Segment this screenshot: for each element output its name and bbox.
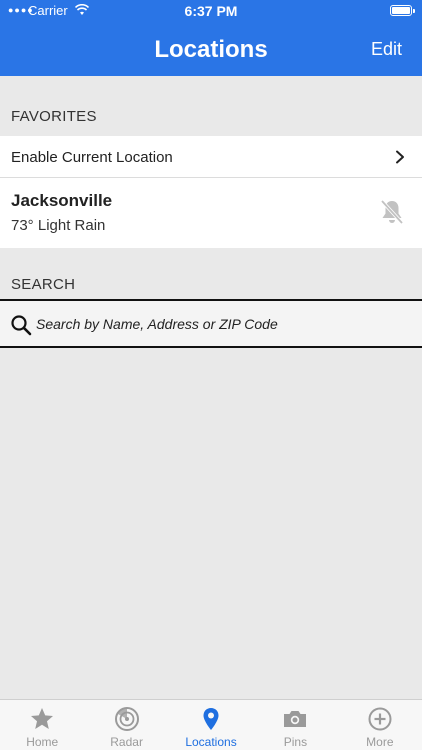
tab-radar[interactable]: Radar — [84, 700, 168, 750]
battery-fill — [392, 7, 410, 14]
tab-bar: Home Radar Locations Pins More — [0, 699, 422, 750]
tab-locations-label: Locations — [185, 735, 237, 749]
tab-more-label: More — [366, 735, 394, 749]
search-icon — [11, 315, 32, 336]
enable-current-location-label: Enable Current Location — [11, 149, 173, 166]
plus-circle-icon — [368, 707, 392, 731]
tab-home[interactable]: Home — [0, 700, 84, 750]
search-input[interactable] — [36, 311, 406, 337]
search-bar[interactable] — [0, 299, 422, 348]
tab-locations[interactable]: Locations — [169, 700, 253, 750]
status-time: 6:37 PM — [184, 3, 238, 19]
radar-icon — [114, 707, 139, 731]
navigation-header: ●●●● Carrier 6:37 PM Locations Edit — [0, 0, 422, 76]
favorite-location-row[interactable]: Jacksonville 73° Light Rain — [0, 178, 422, 248]
page-title: Locations — [154, 36, 268, 63]
edit-button[interactable]: Edit — [371, 39, 402, 60]
tab-pins[interactable]: Pins — [253, 700, 337, 750]
tab-home-label: Home — [26, 735, 59, 749]
location-weather: 73° Light Rain — [11, 217, 106, 234]
location-pin-icon — [203, 708, 219, 730]
tab-radar-label: Radar — [110, 735, 143, 749]
favorites-section-header: FAVORITES — [11, 107, 97, 125]
chevron-right-icon — [396, 150, 404, 164]
bell-off-icon[interactable] — [378, 198, 406, 226]
status-bar: ●●●● Carrier 6:37 PM — [0, 0, 422, 22]
camera-icon — [284, 711, 307, 727]
battery-icon — [390, 5, 415, 16]
star-icon — [31, 708, 54, 729]
location-name: Jacksonville — [11, 191, 113, 210]
enable-current-location-row[interactable]: Enable Current Location — [0, 136, 422, 178]
search-section-header: SEARCH — [11, 275, 76, 293]
tab-more[interactable]: More — [338, 700, 422, 750]
tab-pins-label: Pins — [283, 735, 308, 749]
